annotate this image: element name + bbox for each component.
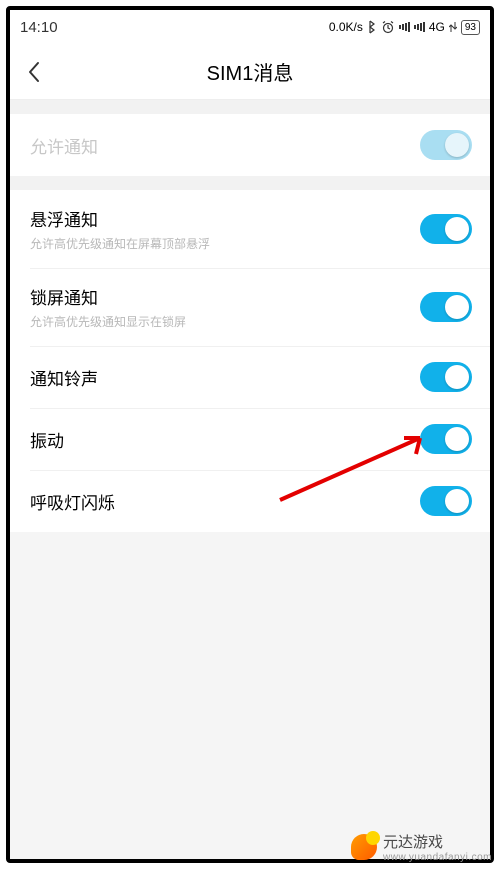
section-options: 悬浮通知 允许高优先级通知在屏幕顶部悬浮 锁屏通知 允许高优先级通知显示在锁屏 … bbox=[10, 190, 490, 532]
row-title-1: 锁屏通知 bbox=[30, 284, 186, 309]
network-label: 4G bbox=[429, 20, 445, 34]
row-title-allow: 允许通知 bbox=[30, 133, 98, 158]
row-title-0: 悬浮通知 bbox=[30, 206, 210, 231]
row-allow-notify: 允许通知 bbox=[10, 114, 490, 176]
toggle-led[interactable] bbox=[420, 486, 472, 516]
row-sub-0: 允许高优先级通知在屏幕顶部悬浮 bbox=[30, 235, 210, 252]
status-bar: 14:10 0.0K/s 4G 93 bbox=[10, 10, 490, 44]
section-allow: 允许通知 bbox=[10, 114, 490, 176]
row-title-3: 振动 bbox=[30, 427, 64, 452]
toggle-vibrate[interactable] bbox=[420, 424, 472, 454]
battery-icon: 93 bbox=[461, 20, 480, 35]
watermark-name: 元达游戏 bbox=[383, 834, 443, 851]
battery-percent: 93 bbox=[465, 21, 476, 34]
row-float-notify: 悬浮通知 允许高优先级通知在屏幕顶部悬浮 bbox=[10, 190, 490, 268]
watermark-logo-icon bbox=[351, 834, 377, 860]
data-arrows-icon bbox=[449, 21, 457, 33]
signal-icon-2 bbox=[414, 22, 425, 32]
section-gap-2 bbox=[10, 176, 490, 190]
toggle-lock-notify[interactable] bbox=[420, 292, 472, 322]
page-title: SIM1消息 bbox=[10, 57, 490, 86]
row-vibrate: 振动 bbox=[10, 408, 490, 470]
row-title-2: 通知铃声 bbox=[30, 365, 98, 390]
alarm-icon bbox=[381, 20, 395, 34]
bluetooth-icon bbox=[367, 20, 377, 34]
status-time: 14:10 bbox=[20, 19, 58, 36]
row-title-4: 呼吸灯闪烁 bbox=[30, 489, 115, 514]
status-net-speed: 0.0K/s bbox=[329, 20, 363, 34]
signal-icon-1 bbox=[399, 22, 410, 32]
row-lock-notify: 锁屏通知 允许高优先级通知显示在锁屏 bbox=[10, 268, 490, 346]
row-sound: 通知铃声 bbox=[10, 346, 490, 408]
watermark-url: www.yuandafanyi.com bbox=[383, 852, 492, 863]
status-right: 0.0K/s 4G 93 bbox=[329, 20, 480, 35]
title-bar: SIM1消息 bbox=[10, 44, 490, 100]
section-gap bbox=[10, 100, 490, 114]
toggle-float-notify[interactable] bbox=[420, 214, 472, 244]
back-button[interactable] bbox=[10, 48, 58, 96]
toggle-allow-notify[interactable] bbox=[420, 130, 472, 160]
watermark: 元达游戏 www.yuandafanyi.com bbox=[351, 831, 492, 863]
row-sub-1: 允许高优先级通知显示在锁屏 bbox=[30, 313, 186, 330]
row-led: 呼吸灯闪烁 bbox=[10, 470, 490, 532]
phone-frame: 14:10 0.0K/s 4G 93 SIM1消息 bbox=[6, 6, 494, 863]
toggle-sound[interactable] bbox=[420, 362, 472, 392]
